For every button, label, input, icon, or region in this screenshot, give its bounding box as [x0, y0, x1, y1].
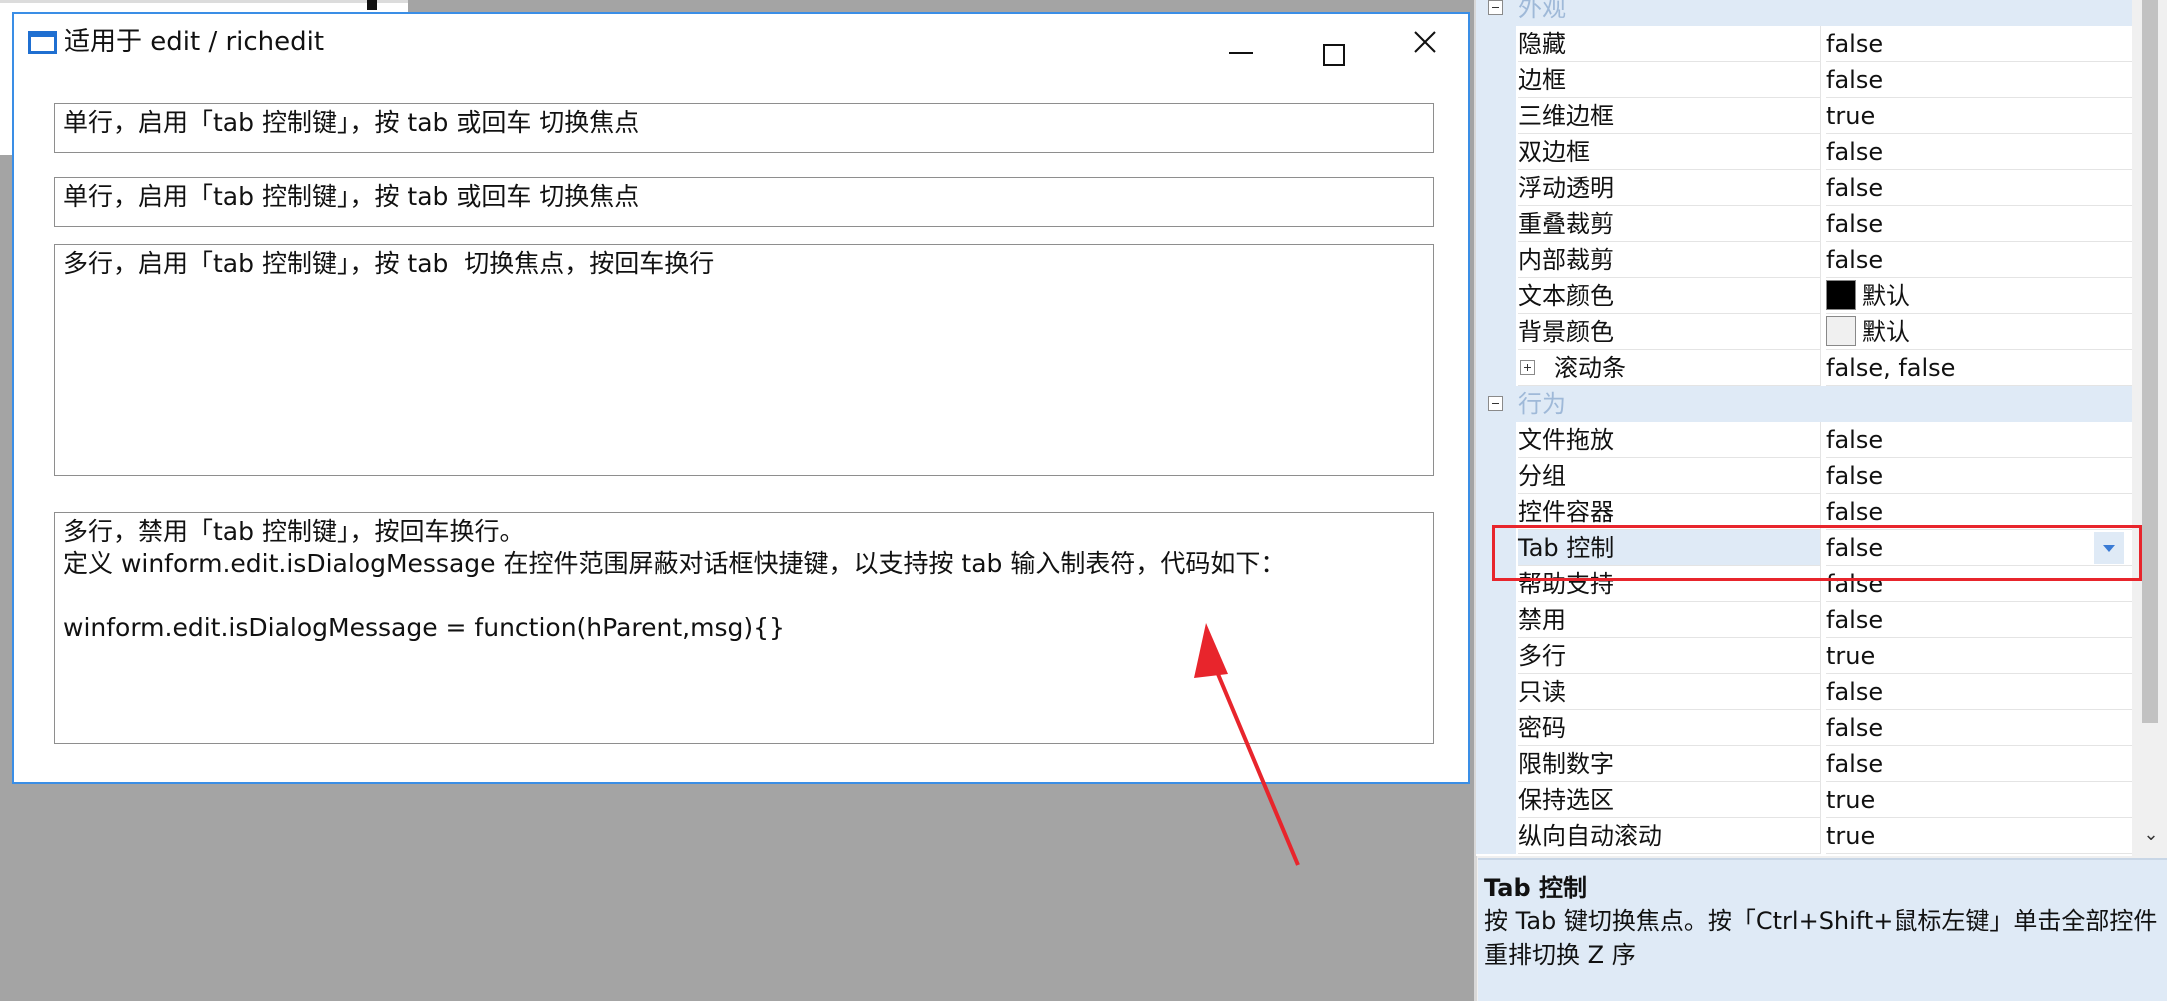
- property-row-double-border[interactable]: 双边框 false: [1476, 134, 2132, 170]
- property-name: 隐藏: [1518, 26, 1820, 62]
- property-name: 只读: [1518, 674, 1820, 710]
- property-name: 文本颜色: [1518, 278, 1820, 314]
- property-name: 纵向自动滚动: [1518, 818, 1820, 854]
- property-value[interactable]: 默认: [1826, 314, 2132, 350]
- help-title: Tab 控制: [1484, 874, 1588, 902]
- close-icon: [1414, 31, 1436, 53]
- property-name: 重叠裁剪: [1518, 206, 1820, 242]
- property-value[interactable]: false: [1826, 422, 2132, 458]
- property-row-password[interactable]: 密码 false: [1476, 710, 2132, 746]
- minimize-button[interactable]: [1211, 22, 1271, 62]
- property-row-disabled[interactable]: 禁用 false: [1476, 602, 2132, 638]
- property-name: 密码: [1518, 710, 1820, 746]
- category-label: 行为: [1518, 390, 1566, 418]
- help-description: 按 Tab 键切换焦点。按「Ctrl+Shift+鼠标左键」单击全部控件重排切换…: [1484, 907, 2158, 969]
- scroll-down-icon[interactable]: ⌄: [2142, 826, 2160, 844]
- edit-multiline-tab-enabled-text: 多行，启用「tab 控制键」，按 tab 切换焦点，按回车换行: [63, 249, 715, 278]
- property-name: 分组: [1518, 458, 1820, 494]
- help-panel: Tab 控制 按 Tab 键切换焦点。按「Ctrl+Shift+鼠标左键」单击全…: [1478, 858, 2167, 1001]
- property-value[interactable]: true: [1826, 782, 2132, 818]
- property-row-float-transparent[interactable]: 浮动透明 false: [1476, 170, 2132, 206]
- collapse-icon[interactable]: [1488, 396, 1503, 411]
- edit4-line-2: 定义 winform.edit.isDialogMessage 在控件范围屏蔽对…: [63, 549, 1286, 578]
- property-name: 限制数字: [1518, 746, 1820, 782]
- property-name: 保持选区: [1518, 782, 1820, 818]
- scrollbar-thumb[interactable]: [2142, 0, 2158, 723]
- property-value[interactable]: false: [1826, 242, 2132, 278]
- property-row-hidden[interactable]: 隐藏 false: [1476, 26, 2132, 62]
- highlight-box: [1492, 525, 2142, 581]
- property-value[interactable]: false: [1826, 62, 2132, 98]
- edit-single-line-1[interactable]: 单行，启用「tab 控制键」，按 tab 或回车 切换焦点: [54, 103, 1434, 153]
- property-value[interactable]: true: [1826, 818, 2132, 854]
- property-row-3d-border[interactable]: 三维边框 true: [1476, 98, 2132, 134]
- property-row-keep-selection[interactable]: 保持选区 true: [1476, 782, 2132, 818]
- property-value[interactable]: false: [1826, 746, 2132, 782]
- property-row-overlap-clip[interactable]: 重叠裁剪 false: [1476, 206, 2132, 242]
- edit-single-line-2[interactable]: 单行，启用「tab 控制键」，按 tab 或回车 切换焦点: [54, 177, 1434, 227]
- property-value[interactable]: true: [1826, 98, 2132, 134]
- property-row-inner-clip[interactable]: 内部裁剪 false: [1476, 242, 2132, 278]
- property-row-group[interactable]: 分组 false: [1476, 458, 2132, 494]
- property-name: 浮动透明: [1518, 170, 1820, 206]
- title-bar[interactable]: 适用于 edit / richedit: [14, 14, 1468, 70]
- property-row-readonly[interactable]: 只读 false: [1476, 674, 2132, 710]
- property-value[interactable]: false: [1826, 206, 2132, 242]
- property-name: 禁用: [1518, 602, 1820, 638]
- property-row-auto-vscroll[interactable]: 纵向自动滚动 true: [1476, 818, 2132, 854]
- property-row-multiline[interactable]: 多行 true: [1476, 638, 2132, 674]
- property-name: 文件拖放: [1518, 422, 1820, 458]
- category-label: 外观: [1518, 0, 1566, 22]
- property-name: 边框: [1518, 62, 1820, 98]
- category-behavior[interactable]: 行为: [1476, 386, 2132, 422]
- property-value[interactable]: 默认: [1826, 278, 2132, 314]
- collapse-icon[interactable]: [1488, 0, 1503, 15]
- property-row-back-color[interactable]: 背景颜色 默认: [1476, 314, 2132, 350]
- text-color-value: 默认: [1862, 282, 1910, 310]
- property-name: 三维边框: [1518, 98, 1820, 134]
- property-value[interactable]: false: [1826, 458, 2132, 494]
- property-name: 内部裁剪: [1518, 242, 1820, 278]
- property-row-file-drop[interactable]: 文件拖放 false: [1476, 422, 2132, 458]
- property-name: 滚动条: [1518, 350, 1820, 386]
- text-color-swatch: [1826, 280, 1856, 310]
- property-value[interactable]: false: [1826, 674, 2132, 710]
- background-window-edge: [0, 0, 408, 3]
- background-window-mark: [367, 0, 377, 10]
- property-row-text-color[interactable]: 文本颜色 默认: [1476, 278, 2132, 314]
- category-appearance[interactable]: 外观: [1476, 0, 2132, 26]
- edit4-line-3: [63, 580, 1425, 612]
- property-value[interactable]: false: [1826, 134, 2132, 170]
- property-row-scrollbar[interactable]: 滚动条 false, false: [1476, 350, 2132, 386]
- property-value[interactable]: false: [1826, 710, 2132, 746]
- edit-single-line-2-text: 单行，启用「tab 控制键」，按 tab 或回车 切换焦点: [63, 182, 640, 211]
- property-value[interactable]: true: [1826, 638, 2132, 674]
- property-value[interactable]: false: [1826, 602, 2132, 638]
- edit4-line-1: 多行，禁用「tab 控制键」，按回车换行。: [63, 517, 525, 546]
- property-value[interactable]: false: [1826, 170, 2132, 206]
- property-value[interactable]: false, false: [1826, 350, 2132, 386]
- window-icon: [28, 31, 57, 54]
- property-grid: 外观 隐藏 false 边框 false 三维边框 true 双边框 false 浮动透…: [1476, 0, 2132, 856]
- property-grid-scrollbar[interactable]: ⌄: [2134, 0, 2167, 856]
- back-color-value: 默认: [1862, 318, 1910, 346]
- property-name: 背景颜色: [1518, 314, 1820, 350]
- edit-multiline-tab-enabled[interactable]: 多行，启用「tab 控制键」，按 tab 切换焦点，按回车换行: [54, 244, 1434, 476]
- annotation-arrow: [1194, 623, 1300, 866]
- property-value[interactable]: false: [1826, 26, 2132, 62]
- close-button[interactable]: [1395, 22, 1455, 62]
- maximize-button[interactable]: [1303, 22, 1363, 66]
- back-color-swatch: [1826, 316, 1856, 346]
- property-name: 多行: [1518, 638, 1820, 674]
- property-name: 双边框: [1518, 134, 1820, 170]
- property-row-number-only[interactable]: 限制数字 false: [1476, 746, 2132, 782]
- property-row-border[interactable]: 边框 false: [1476, 62, 2132, 98]
- edit-single-line-1-text: 单行，启用「tab 控制键」，按 tab 或回车 切换焦点: [63, 108, 640, 137]
- window-title: 适用于 edit / richedit: [64, 27, 325, 57]
